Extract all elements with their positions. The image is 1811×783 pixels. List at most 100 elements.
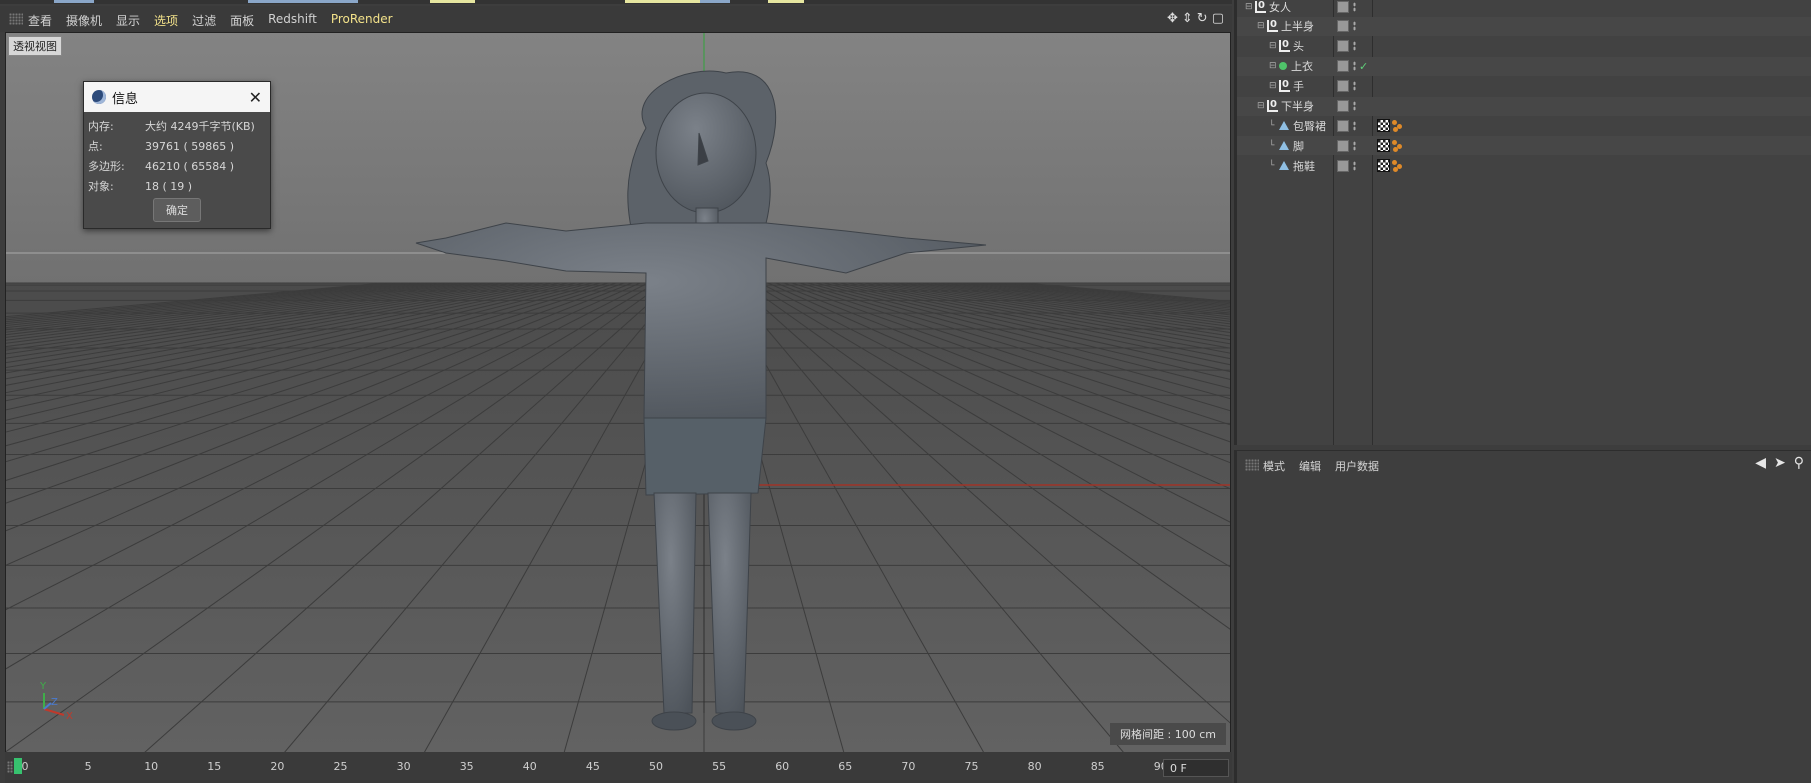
visibility-dots-icon[interactable] <box>1353 61 1356 72</box>
object-name[interactable]: 女人 <box>1269 0 1291 15</box>
layer-toggle-icon[interactable] <box>1337 119 1349 132</box>
object-row[interactable]: └ 包臀裙 <box>1237 116 1811 135</box>
tree-expand-icon[interactable]: ⊟ <box>1257 101 1267 111</box>
visibility-dots-icon[interactable] <box>1353 101 1356 111</box>
object-name[interactable]: 手 <box>1293 78 1304 94</box>
visibility-dots-icon[interactable] <box>1353 1 1356 12</box>
layer-toggle-icon[interactable] <box>1337 100 1349 112</box>
tree-expand-icon[interactable]: └ <box>1269 141 1279 151</box>
phong-tag-icon[interactable] <box>1392 139 1404 152</box>
menu-filter[interactable]: 过滤 <box>192 12 216 29</box>
object-name[interactable]: 上衣 <box>1291 58 1313 74</box>
tree-expand-icon[interactable]: ⊟ <box>1245 2 1255 12</box>
object-row[interactable]: ⊟ 0 上半身 <box>1237 16 1811 36</box>
rotate-icon[interactable]: ↻ <box>1197 11 1208 26</box>
menu-camera[interactable]: 摄像机 <box>66 12 102 29</box>
menu-options[interactable]: 选项 <box>154 12 178 29</box>
object-name[interactable]: 上半身 <box>1281 18 1314 34</box>
enabled-check-icon[interactable]: ✓ <box>1359 60 1368 73</box>
current-frame-field[interactable]: 0 F <box>1163 759 1229 777</box>
toolbar-button-fragment[interactable] <box>54 0 94 3</box>
phong-tag-icon[interactable] <box>1392 159 1404 172</box>
info-row-memory: 内存: 大约 4249千字节(KB) <box>84 116 270 136</box>
drag-grip-icon[interactable] <box>7 761 13 773</box>
tree-expand-icon[interactable]: └ <box>1269 161 1279 171</box>
visibility-dots-icon[interactable] <box>1353 81 1356 92</box>
object-name[interactable]: 包臀裙 <box>1293 118 1326 134</box>
object-row[interactable]: └ 脚 <box>1237 136 1811 156</box>
playhead-marker[interactable] <box>14 758 22 774</box>
object-name[interactable]: 头 <box>1293 38 1304 54</box>
tree-expand-icon[interactable]: ⊟ <box>1269 41 1279 51</box>
menu-view[interactable]: 查看 <box>28 12 52 29</box>
object-row[interactable]: ⊟ 0 头 <box>1237 37 1811 56</box>
maximize-icon[interactable]: ▢ <box>1212 11 1224 26</box>
layer-toggle-icon[interactable] <box>1337 0 1349 13</box>
ok-button[interactable]: 确定 <box>153 198 201 222</box>
texture-tag-icon[interactable] <box>1377 119 1390 133</box>
menu-user-data[interactable]: 用户数据 <box>1335 458 1379 474</box>
timeline[interactable]: 0 5 10 15 20 25 30 35 40 45 50 55 60 65 70 75 80 85 90 0 F <box>5 752 1232 783</box>
object-name[interactable]: 拖鞋 <box>1293 158 1315 174</box>
menu-prorender[interactable]: ProRender <box>331 12 393 29</box>
tree-expand-icon[interactable]: ⊟ <box>1269 61 1279 71</box>
null-object-icon: 0 <box>1279 80 1290 93</box>
visibility-dots-icon[interactable] <box>1353 120 1356 131</box>
timeline-tick-label: 15 <box>207 760 222 773</box>
visibility-dots-icon[interactable] <box>1353 41 1356 52</box>
texture-tag-icon[interactable] <box>1377 139 1390 153</box>
layer-toggle-icon[interactable] <box>1337 139 1349 152</box>
toolbar-button-fragment[interactable] <box>248 0 358 3</box>
layer-toggle-icon[interactable] <box>1337 40 1349 53</box>
info-dialog-titlebar[interactable]: 信息 <box>84 82 270 112</box>
menu-edit[interactable]: 编辑 <box>1299 458 1321 474</box>
menu-panel[interactable]: 面板 <box>230 12 254 29</box>
tree-expand-icon[interactable]: ⊟ <box>1269 81 1279 91</box>
layer-toggle-icon[interactable] <box>1337 60 1349 73</box>
object-row[interactable]: └ 拖鞋 <box>1237 156 1811 175</box>
visibility-dots-icon[interactable] <box>1353 160 1356 171</box>
back-arrow-icon[interactable]: ◀ <box>1755 455 1766 471</box>
menu-display[interactable]: 显示 <box>116 12 140 29</box>
info-row-polygons: 多边形: 46210 ( 65584 ) <box>84 156 270 176</box>
object-name[interactable]: 下半身 <box>1281 98 1314 114</box>
cursor-icon[interactable]: ➤ <box>1774 455 1786 471</box>
object-name[interactable]: 脚 <box>1293 138 1304 154</box>
timeline-tick-label: 80 <box>1027 760 1042 773</box>
info-value: 大约 4249千字节(KB) <box>145 120 255 133</box>
phong-tag-icon[interactable] <box>1392 119 1404 132</box>
axis-label-x: X <box>66 711 73 722</box>
object-row[interactable]: ⊟ 上衣 ✓ <box>1237 56 1811 76</box>
move-icon[interactable]: ✥ <box>1167 11 1178 26</box>
layer-toggle-icon[interactable] <box>1337 20 1349 33</box>
timeline-tick-label: 10 <box>144 760 159 773</box>
toolbar-button-fragment[interactable] <box>768 0 804 3</box>
info-key: 内存: <box>88 120 114 133</box>
object-row[interactable]: ⊟ 0 手 <box>1237 77 1811 96</box>
grid-distance-readout: 网格间距 : 100 cm <box>1110 723 1226 745</box>
tree-expand-icon[interactable]: ⊟ <box>1257 21 1267 31</box>
zoom-icon[interactable]: ⇕ <box>1182 11 1193 26</box>
menu-redshift[interactable]: Redshift <box>268 12 317 29</box>
visibility-dots-icon[interactable] <box>1353 21 1356 32</box>
toolbar-button-fragment[interactable] <box>430 0 475 3</box>
view-label[interactable]: 透视视图 <box>8 36 62 56</box>
close-icon[interactable]: ✕ <box>249 88 262 107</box>
timeline-tick-label: 40 <box>522 760 537 773</box>
menu-mode[interactable]: 模式 <box>1263 458 1285 474</box>
tree-expand-icon[interactable]: └ <box>1269 121 1279 131</box>
generator-icon <box>1279 62 1287 71</box>
toolbar-button-fragment[interactable] <box>700 0 730 3</box>
drag-grip-icon[interactable] <box>1245 459 1259 471</box>
drag-grip-icon[interactable] <box>9 13 23 25</box>
info-dialog[interactable]: 信息 ✕ 内存: 大约 4249千字节(KB) 点: 39761 ( 59865… <box>83 81 271 229</box>
object-row[interactable]: ⊟ 0 下半身 <box>1237 96 1811 116</box>
toolbar-button-fragment[interactable] <box>625 0 700 3</box>
object-row[interactable]: ⊟ 0 女人 <box>1237 0 1811 16</box>
layer-toggle-icon[interactable] <box>1337 80 1349 93</box>
search-icon[interactable]: ⚲ <box>1794 455 1804 471</box>
layer-toggle-icon[interactable] <box>1337 159 1349 172</box>
timeline-track[interactable]: 0 5 10 15 20 25 30 35 40 45 50 55 60 65 70 75 80 85 90 <box>15 757 1168 779</box>
texture-tag-icon[interactable] <box>1377 159 1390 173</box>
visibility-dots-icon[interactable] <box>1353 140 1356 151</box>
